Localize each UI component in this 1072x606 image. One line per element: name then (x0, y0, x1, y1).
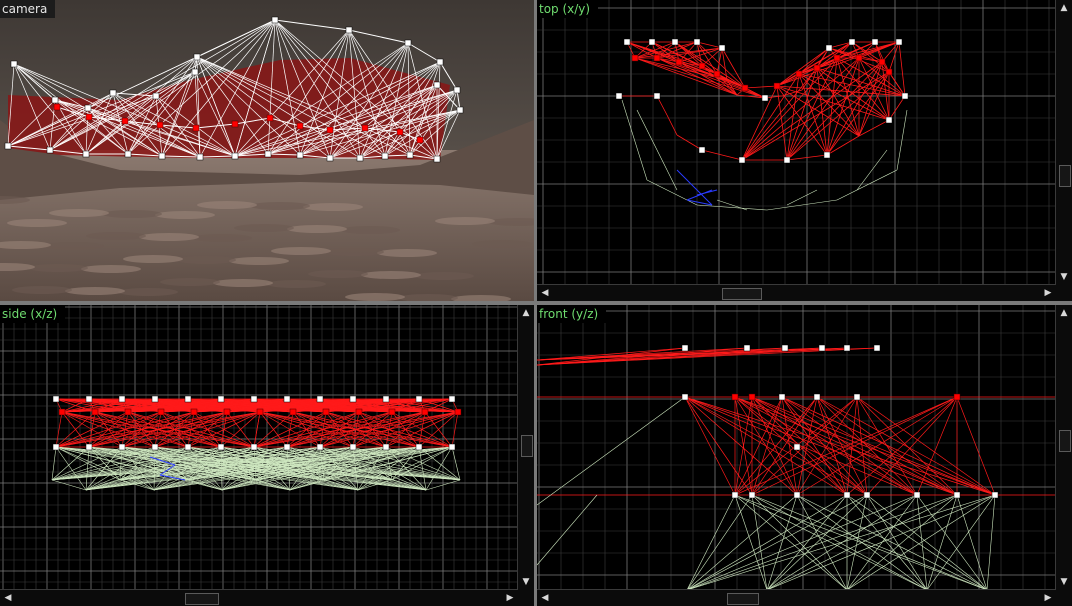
top-view-grid[interactable] (537, 0, 1056, 285)
top-viewport[interactable]: top (x/y) ▲ ▼ ◀ ▶ (537, 0, 1072, 301)
side-view-grid[interactable] (0, 305, 518, 590)
scroll-down-arrow[interactable]: ▼ (1056, 269, 1072, 285)
scroll-up-arrow[interactable]: ▲ (518, 305, 534, 321)
scrollbar-corner (518, 590, 534, 606)
scroll-left-arrow[interactable]: ◀ (537, 590, 553, 606)
scrollbar-corner (1056, 285, 1072, 301)
camera-viewport-label: camera (0, 0, 56, 18)
side-horizontal-scrollbar[interactable]: ◀ ▶ (0, 589, 518, 606)
scroll-thumb[interactable] (727, 593, 759, 605)
scrollbar-corner (1056, 590, 1072, 606)
top-horizontal-scrollbar[interactable]: ◀ ▶ (537, 284, 1056, 301)
camera-scene[interactable] (0, 0, 534, 301)
scroll-thumb[interactable] (1059, 165, 1071, 187)
side-viewport-label: side (x/z) (0, 305, 66, 323)
scroll-right-arrow[interactable]: ▶ (1040, 285, 1056, 301)
scroll-right-arrow[interactable]: ▶ (1040, 590, 1056, 606)
grid-lines (537, 0, 1056, 285)
front-vertical-scrollbar[interactable]: ▲ ▼ (1055, 305, 1072, 590)
side-vertical-scrollbar[interactable]: ▲ ▼ (517, 305, 534, 590)
top-other-mesh (621, 99, 908, 211)
scroll-thumb[interactable] (722, 288, 762, 300)
scroll-left-arrow[interactable]: ◀ (537, 285, 553, 301)
front-selected-mesh (537, 347, 1056, 496)
front-view-grid[interactable] (537, 305, 1056, 590)
side-selected-mesh (55, 398, 459, 448)
front-viewport[interactable]: front (y/z) ▲ ▼ ◀ ▶ (537, 305, 1072, 606)
top-vertical-scrollbar[interactable]: ▲ ▼ (1055, 0, 1072, 285)
scroll-thumb[interactable] (1059, 430, 1071, 452)
scroll-up-arrow[interactable]: ▲ (1056, 0, 1072, 16)
front-horizontal-scrollbar[interactable]: ◀ ▶ (537, 589, 1056, 606)
scroll-right-arrow[interactable]: ▶ (502, 590, 518, 606)
scroll-left-arrow[interactable]: ◀ (0, 590, 16, 606)
scroll-thumb[interactable] (521, 435, 533, 457)
scroll-down-arrow[interactable]: ▼ (518, 574, 534, 590)
top-viewport-label: top (x/y) (537, 0, 599, 18)
scroll-up-arrow[interactable]: ▲ (1056, 305, 1072, 321)
side-viewport[interactable]: side (x/z) ▲ ▼ ◀ ▶ (0, 305, 534, 606)
scroll-thumb[interactable] (185, 593, 219, 605)
camera-viewport[interactable]: camera (0, 0, 534, 301)
front-viewport-label: front (y/z) (537, 305, 607, 323)
scroll-down-arrow[interactable]: ▼ (1056, 574, 1072, 590)
